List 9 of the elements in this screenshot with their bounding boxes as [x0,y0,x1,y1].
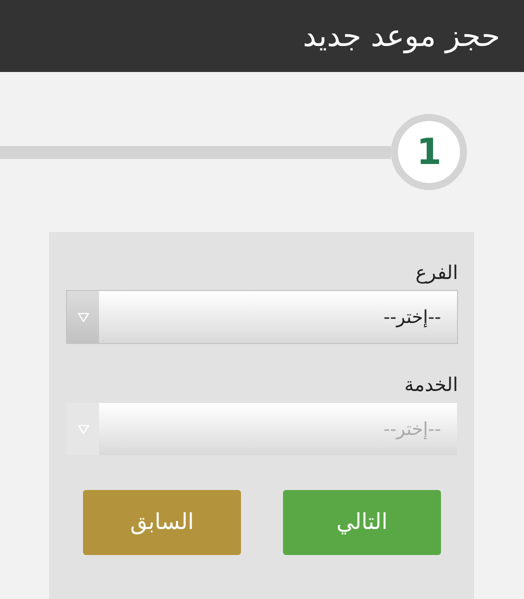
dropdown-arrow-icon [78,424,88,434]
field-label: الخدمة [403,374,458,396]
field-label: الفرع [414,262,458,284]
dropdown-arrow-icon [78,312,88,322]
step-circle: 1 [391,114,467,190]
previous-button[interactable]: السابق [83,490,241,555]
dropdown[interactable]: --إختر-- [66,290,458,344]
next-button[interactable]: التالي [283,490,441,555]
page-title: حجز موعد جديد [302,18,500,54]
